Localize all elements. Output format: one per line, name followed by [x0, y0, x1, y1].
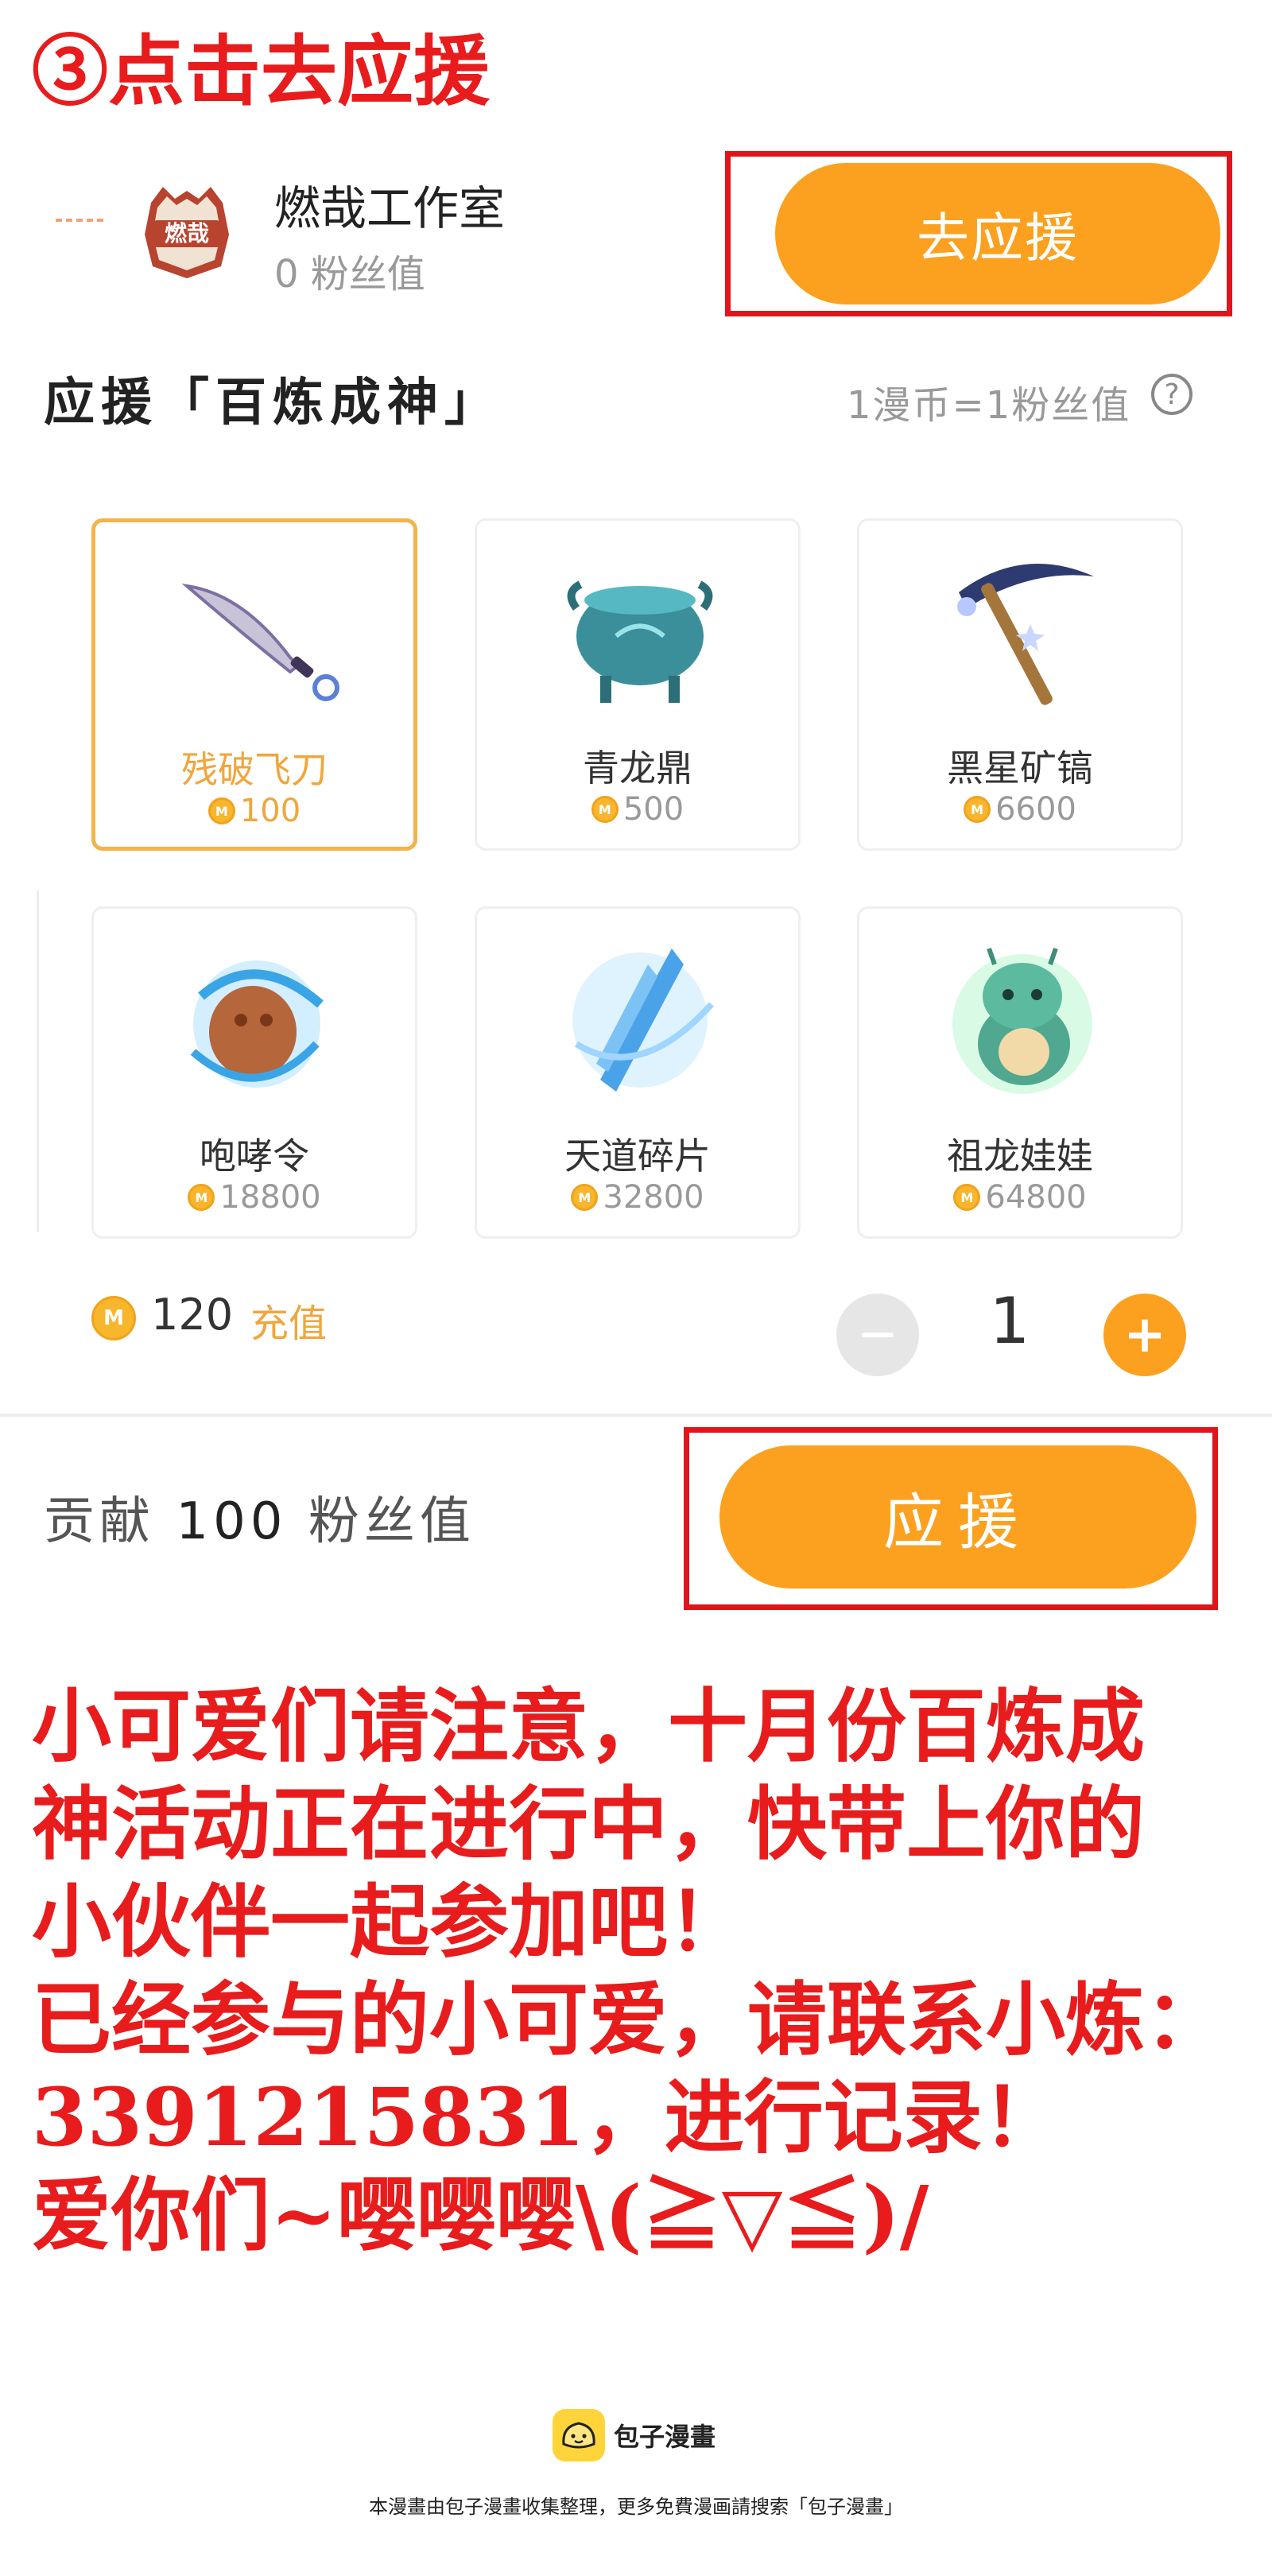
gift-card[interactable]: 咆哮令 M 18800 — [91, 906, 417, 1239]
support-button[interactable]: 应援 — [719, 1445, 1196, 1589]
section-title: 应援「百炼成神」 — [44, 374, 502, 433]
coin-icon: M — [207, 797, 235, 824]
gift-name: 黑星矿镐 — [947, 747, 1093, 789]
pickaxe-icon — [957, 564, 1094, 705]
recharge-link[interactable]: 充值 — [250, 1292, 327, 1348]
gift-price-row: M 32800 — [477, 1179, 798, 1216]
gift-name: 祖龙娃娃 — [947, 1135, 1093, 1177]
coin-icon: M — [953, 1184, 981, 1211]
studio-logo-text: 燃哉 — [165, 220, 209, 246]
announcement-line: 神活动正在进行中，快带上你的 — [32, 1777, 1145, 1871]
scroll-edge-line — [37, 890, 39, 1232]
increase-quantity-button[interactable]: + — [1103, 1294, 1186, 1376]
gift-price: 6600 — [995, 791, 1076, 828]
dragon-cauldron-icon — [567, 580, 713, 703]
coin-balance: 120 — [151, 1290, 234, 1340]
announcement-line: 小伙伴一起参加吧！ — [32, 1875, 747, 1969]
announcement-line: 3391215831，进行记录！ — [32, 2070, 1062, 2164]
studio-name: 燃哉工作室 — [274, 181, 506, 235]
contribution-prefix: 贡献 — [44, 1492, 155, 1551]
gift-price: 100 — [239, 793, 301, 829]
announcement-line: 小可爱们请注意，十月份百炼成 — [32, 1679, 1145, 1773]
gift-price-row: M 64800 — [859, 1179, 1181, 1216]
dashed-divider — [56, 219, 103, 225]
announcement-line: 已经参与的小可爱，请联系小炼： — [32, 1973, 1224, 2066]
divider — [0, 1414, 1272, 1417]
coin-icon: M — [91, 1296, 136, 1340]
coin-icon: M — [188, 1184, 215, 1211]
gift-price-row: M 18800 — [94, 1179, 415, 1216]
gift-price: 32800 — [603, 1179, 704, 1216]
gift-name: 咆哮令 — [200, 1135, 309, 1177]
bun-icon — [562, 2422, 595, 2449]
gift-price-row: M 6600 — [859, 791, 1181, 828]
gift-name: 残破飞刀 — [181, 748, 328, 791]
quantity-value: 1 — [989, 1284, 1030, 1358]
gift-card[interactable]: 残破飞刀 M 100 — [91, 518, 417, 851]
announcement-line: 爱你们~嘤嘤嘤\(≧▽≦)/ — [32, 2168, 929, 2262]
gift-card[interactable]: 天道碎片 M 32800 — [475, 906, 801, 1239]
contribution-summary: 贡献 100 粉丝值 — [44, 1480, 475, 1554]
step-title: ③点击去应援 — [32, 26, 490, 116]
dragon-doll-icon — [952, 948, 1092, 1094]
footer-logo — [553, 2409, 605, 2462]
gift-card[interactable]: 青龙鼎 M 500 — [475, 518, 801, 851]
gift-price: 18800 — [219, 1179, 321, 1216]
studio-logo: 燃哉 — [145, 187, 229, 278]
contribution-suffix: 粉丝值 — [308, 1492, 475, 1551]
studio-fans: 0 粉丝值 — [274, 252, 425, 297]
footer-note: 本漫畫由包子漫畫收集整理，更多免費漫画請搜索「包子漫畫」 — [369, 2496, 903, 2518]
minus-icon — [862, 1333, 894, 1337]
exchange-rate: 1漫币=1粉丝值 — [847, 383, 1131, 428]
decrease-quantity-button[interactable] — [836, 1294, 919, 1376]
heaven-shard-icon — [572, 949, 714, 1092]
gift-card[interactable]: 黑星矿镐 M 6600 — [857, 518, 1183, 851]
gift-price: 64800 — [985, 1179, 1087, 1216]
coin-icon: M — [591, 796, 619, 823]
announcement: 小可爱们请注意，十月份百炼成 神活动正在进行中，快带上你的 小伙伴一起参加吧！ … — [32, 1678, 1272, 2264]
flying-knife-icon — [181, 584, 339, 701]
gift-price-row: M 500 — [477, 791, 798, 828]
gift-card[interactable]: 祖龙娃娃 M 64800 — [857, 906, 1183, 1239]
coin-icon: M — [571, 1184, 599, 1211]
gift-price-row: M 100 — [95, 793, 413, 829]
coin-icon: M — [964, 796, 991, 823]
gift-name: 天道碎片 — [564, 1135, 711, 1177]
help-icon[interactable]: ? — [1151, 374, 1192, 415]
gift-price: 500 — [622, 791, 684, 828]
gift-name: 青龙鼎 — [583, 747, 692, 789]
contribution-amount: 100 — [176, 1492, 288, 1551]
footer-brand: 包子漫畫 — [614, 2422, 716, 2452]
go-support-button[interactable]: 去应援 — [775, 163, 1220, 305]
roar-token-icon — [190, 960, 324, 1088]
